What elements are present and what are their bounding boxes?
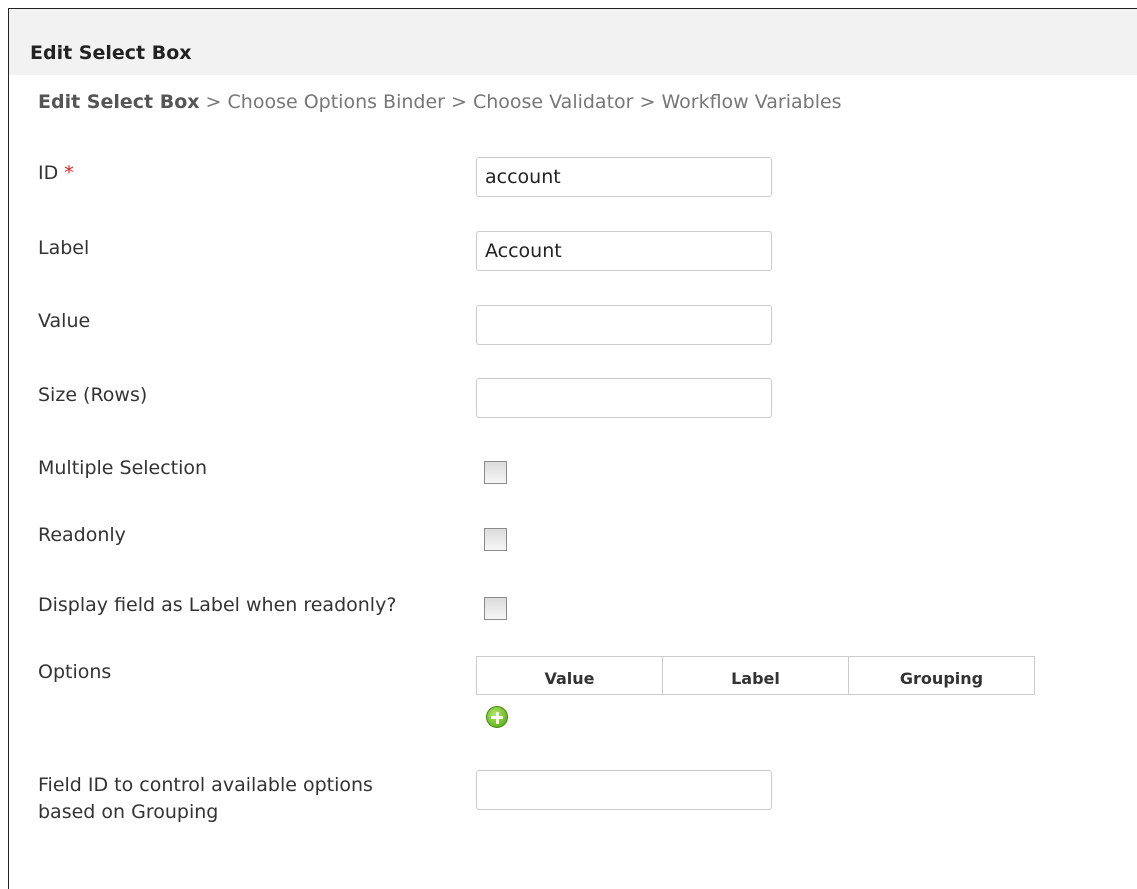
add-circle-icon[interactable] <box>486 706 508 728</box>
grouping-field-label-line2: based on Grouping <box>38 801 219 823</box>
options-column-label: Label <box>663 657 849 694</box>
options-column-value: Value <box>477 657 663 694</box>
display-as-label-label: Display field as Label when readonly? <box>38 594 397 616</box>
multiple-selection-label: Multiple Selection <box>38 457 208 479</box>
required-mark: * <box>64 162 74 184</box>
id-input[interactable] <box>476 157 772 197</box>
grouping-field-label-line1: Field ID to control available options <box>38 774 373 796</box>
options-column-grouping: Grouping <box>899 669 984 688</box>
readonly-checkbox[interactable] <box>484 528 507 551</box>
breadcrumb-steps: > Choose Options Binder > Choose Validat… <box>199 91 842 113</box>
size-label: Size (Rows) <box>38 384 148 406</box>
label-input[interactable] <box>476 231 772 271</box>
readonly-label: Readonly <box>38 524 126 546</box>
multiple-selection-checkbox[interactable] <box>484 461 507 484</box>
size-input[interactable] <box>476 378 772 418</box>
value-label: Value <box>38 310 91 332</box>
id-label: ID <box>38 162 59 184</box>
grouping-field-input[interactable] <box>476 770 772 810</box>
breadcrumb: Edit Select Box > Choose Options Binder … <box>38 91 842 113</box>
id-label-row: ID * <box>38 160 74 187</box>
dialog-frame <box>8 8 1137 889</box>
options-table: Value Label Grouping <box>476 656 1035 695</box>
dialog-title: Edit Select Box <box>30 42 192 64</box>
label-label: Label <box>38 237 90 259</box>
display-as-label-checkbox[interactable] <box>484 597 507 620</box>
grouping-field-label: Field ID to control available options ba… <box>38 772 373 826</box>
options-label: Options <box>38 661 112 683</box>
value-input[interactable] <box>476 305 772 345</box>
breadcrumb-current: Edit Select Box <box>38 91 200 113</box>
